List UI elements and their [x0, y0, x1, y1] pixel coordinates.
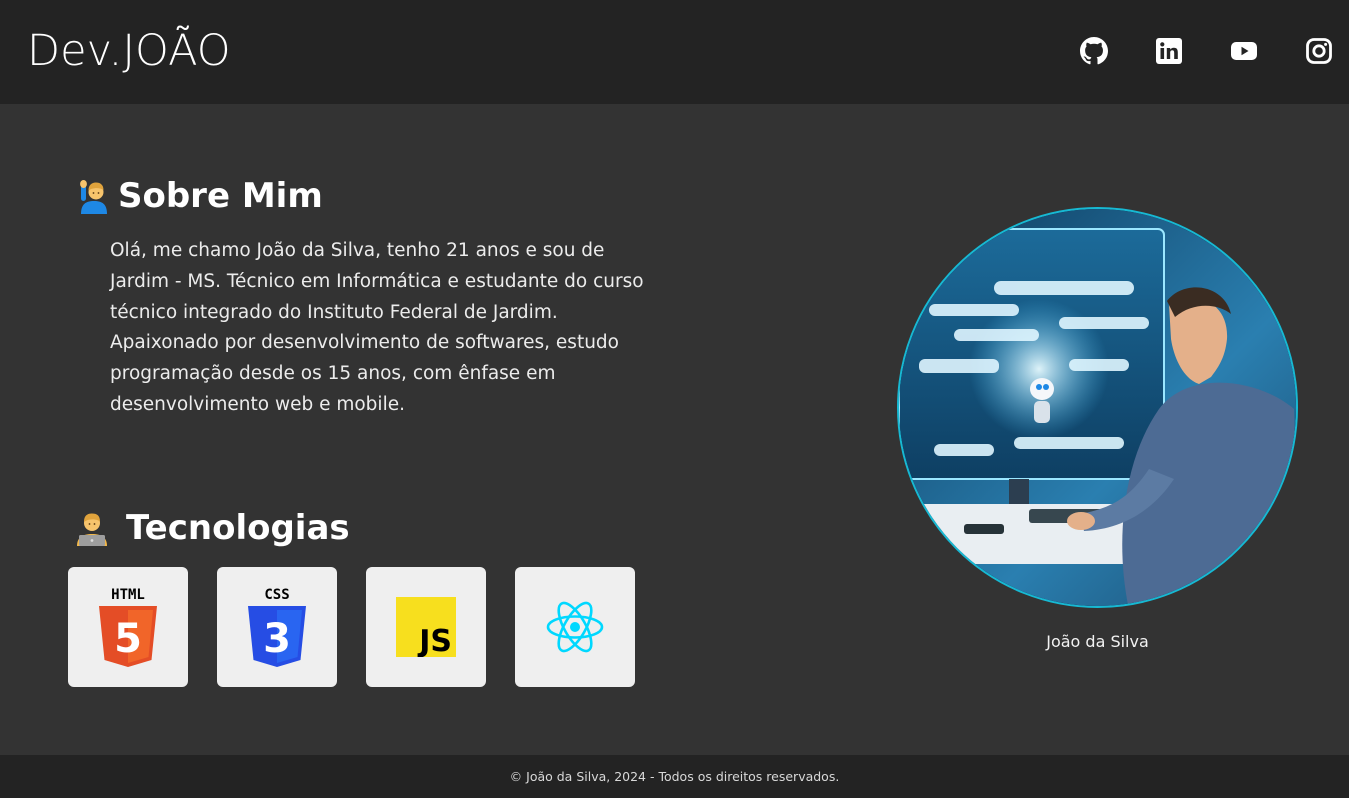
html-label: HTML [111, 587, 145, 603]
javascript-card: JS [366, 567, 486, 687]
profile-photo [897, 207, 1298, 608]
react-icon [546, 601, 604, 653]
profile-illustration [899, 209, 1296, 606]
technologist-emoji [77, 513, 107, 546]
youtube-link[interactable] [1230, 37, 1258, 65]
react-card [515, 567, 635, 687]
linkedin-link[interactable] [1155, 37, 1183, 65]
footer-copyright: © João da Silva, 2024 - Todos os direito… [509, 769, 840, 784]
site-header: Dev.JOÃO [0, 0, 1349, 104]
instagram-icon [1306, 38, 1332, 64]
about-title: Sobre Mim [118, 176, 323, 216]
instagram-link[interactable] [1305, 37, 1333, 65]
site-logo[interactable]: Dev.JOÃO [27, 26, 231, 76]
javascript-label: JS [417, 624, 452, 657]
about-paragraph: Olá, me chamo João da Silva, tenho 21 an… [110, 240, 644, 415]
about-heading: Sobre Mim [76, 176, 323, 216]
person-raising-hand-emoji [80, 180, 107, 214]
css3-icon: CSS 3 [248, 587, 306, 667]
github-link[interactable] [1080, 37, 1108, 65]
github-icon [1080, 37, 1108, 65]
html5-card: HTML 5 [68, 567, 188, 687]
css-label: CSS [264, 587, 289, 603]
site-footer: © João da Silva, 2024 - Todos os direito… [0, 755, 1349, 798]
profile-caption: João da Silva [1046, 632, 1149, 651]
technologies-title: Tecnologias [126, 508, 350, 548]
javascript-icon: JS [396, 597, 456, 657]
html-version-badge: 5 [114, 616, 142, 662]
linkedin-icon [1156, 38, 1182, 64]
technologies-heading: Tecnologias [74, 508, 350, 548]
css3-card: CSS 3 [217, 567, 337, 687]
css-version-badge: 3 [263, 616, 291, 662]
html5-icon: HTML 5 [99, 587, 157, 667]
youtube-icon [1231, 42, 1257, 60]
